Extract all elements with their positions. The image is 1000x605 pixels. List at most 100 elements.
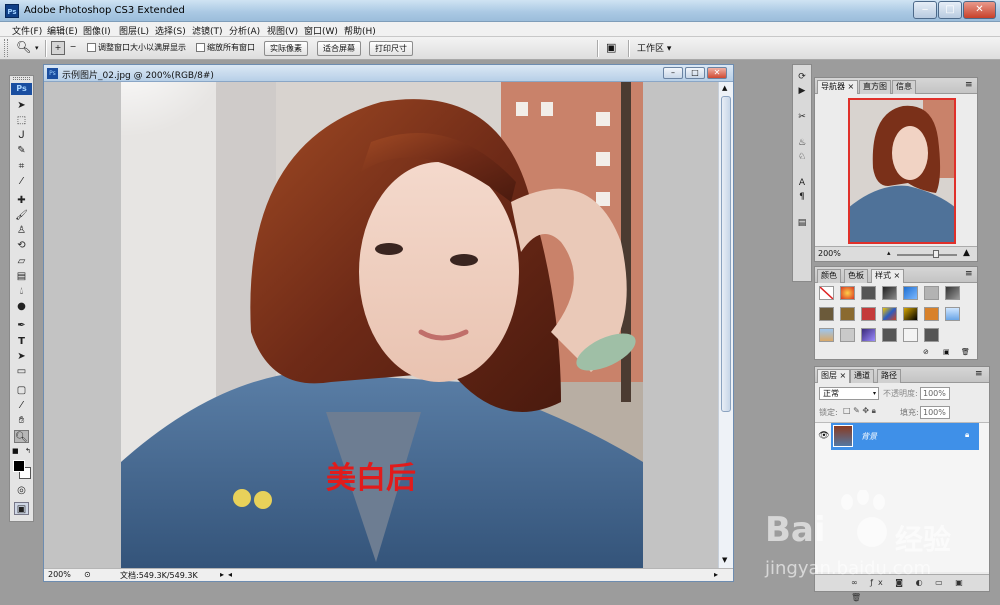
healing-brush-tool-icon[interactable]: ✚ xyxy=(14,194,29,207)
tab-navigator[interactable]: 导航器 × xyxy=(817,80,859,94)
eraser-tool-icon[interactable]: ▱ xyxy=(14,255,29,268)
clone-stamp-tool-icon[interactable]: ♙ xyxy=(14,224,29,237)
clone-source-icon[interactable]: ♘ xyxy=(795,151,809,163)
scroll-left-icon[interactable]: ◂ xyxy=(228,570,232,579)
style-swatch[interactable] xyxy=(840,286,855,300)
zoom-level[interactable]: 200% xyxy=(48,570,71,579)
paragraph-panel-icon[interactable]: ¶ xyxy=(795,191,809,203)
pen-tool-icon[interactable]: ✒ xyxy=(14,319,29,332)
document-title-bar[interactable]: Ps 示例图片_02.jpg @ 200%(RGB/8#) – □ ✕ xyxy=(44,65,733,82)
delete-style-icon[interactable]: 🗑︎ xyxy=(961,348,970,356)
menu-file[interactable]: 文件(F) xyxy=(12,24,42,37)
lock-icons[interactable]: □ ✎ ✥ 🔒︎ xyxy=(843,406,876,416)
doc-maximize-button[interactable]: □ xyxy=(685,67,705,79)
style-swatch[interactable] xyxy=(945,307,960,321)
tab-layers[interactable]: 图层 × xyxy=(817,369,851,383)
tab-histogram[interactable]: 直方图 xyxy=(859,80,891,94)
menu-edit[interactable]: 编辑(E) xyxy=(47,24,78,37)
doc-minimize-button[interactable]: – xyxy=(663,67,683,79)
navigator-thumbnail[interactable] xyxy=(848,98,956,244)
photo-canvas[interactable]: 美白后 xyxy=(121,82,643,568)
menu-select[interactable]: 选择(S) xyxy=(155,24,186,37)
panel-menu-icon[interactable]: ≡ xyxy=(975,369,983,379)
maximize-button[interactable]: □ xyxy=(938,1,962,19)
swap-colors-icon[interactable]: ↰ xyxy=(25,447,31,455)
style-swatch[interactable] xyxy=(840,328,855,342)
style-swatch[interactable] xyxy=(819,307,834,321)
style-swatch[interactable] xyxy=(945,286,960,300)
gradient-tool-icon[interactable]: ▤ xyxy=(14,270,29,283)
style-swatch[interactable] xyxy=(861,286,876,300)
hand-tool-icon[interactable]: ✋︎ xyxy=(14,414,29,427)
zoom-out-small-icon[interactable]: ▴ xyxy=(887,249,891,257)
zoom-in-small-icon[interactable]: ▲ xyxy=(963,248,970,258)
quick-mask-mode-icon[interactable]: ◎ xyxy=(14,484,29,497)
style-swatch[interactable] xyxy=(840,307,855,321)
foreground-color-swatch[interactable] xyxy=(13,460,25,472)
blend-mode-select[interactable]: 正常 ▾ xyxy=(819,387,879,400)
default-colors-icon[interactable]: ■ xyxy=(12,447,19,455)
tab-paths[interactable]: 路径 xyxy=(877,369,901,383)
zoom-in-icon[interactable]: + xyxy=(51,41,65,55)
canvas-area[interactable]: 美白后 xyxy=(44,82,718,568)
menu-filter[interactable]: 滤镜(T) xyxy=(192,24,223,37)
layer-row-background[interactable]: 背景 🔒︎ xyxy=(831,423,979,450)
zoom-slider-handle[interactable] xyxy=(933,250,939,258)
rectangle-tool-icon[interactable]: ▭ xyxy=(14,365,29,378)
tool-preset-dropdown-icon[interactable]: ▾ xyxy=(35,44,39,52)
style-swatch[interactable] xyxy=(924,307,939,321)
zoom-all-windows-checkbox[interactable] xyxy=(196,43,205,52)
vertical-scrollbar[interactable]: ▲ ▼ xyxy=(718,82,733,568)
status-arrow-icon[interactable]: ▸ xyxy=(220,570,224,579)
tab-info[interactable]: 信息 xyxy=(892,80,916,94)
menu-analysis[interactable]: 分析(A) xyxy=(229,24,260,37)
panel-menu-icon[interactable]: ≡ xyxy=(965,80,973,90)
menu-view[interactable]: 视图(V) xyxy=(267,24,298,37)
zoom-out-icon[interactable]: − xyxy=(66,41,80,55)
marquee-tool-icon[interactable]: ⬚ xyxy=(14,114,29,127)
dodge-tool-icon[interactable]: ● xyxy=(14,300,29,313)
crop-tool-icon[interactable]: ⌗ xyxy=(14,160,29,173)
fill-input[interactable]: 100% xyxy=(920,406,950,419)
screen-mode-icon[interactable]: ▣ xyxy=(14,502,29,515)
lasso-tool-icon[interactable]: ᒍ xyxy=(14,129,29,142)
magic-wand-tool-icon[interactable]: ✎ xyxy=(14,144,29,157)
style-swatch[interactable] xyxy=(819,328,834,342)
style-swatch[interactable] xyxy=(882,307,897,321)
character-panel-icon[interactable]: A xyxy=(795,177,809,189)
brushes-panel-icon[interactable]: ♨ xyxy=(795,137,809,149)
opacity-input[interactable]: 100% xyxy=(920,387,950,400)
style-none-swatch[interactable] xyxy=(819,286,834,300)
tool-presets-icon[interactable]: ✂ xyxy=(795,111,809,123)
style-swatch[interactable] xyxy=(903,286,918,300)
grip-handle[interactable] xyxy=(4,39,8,57)
tab-channels[interactable]: 通道 xyxy=(850,369,874,383)
eyedropper-tool-icon[interactable]: ⁄ xyxy=(14,399,29,412)
menu-help[interactable]: 帮助(H) xyxy=(344,24,376,37)
panel-menu-icon[interactable]: ≡ xyxy=(965,269,973,279)
minimize-button[interactable]: ‒ xyxy=(913,1,937,19)
actual-pixels-button[interactable]: 实际像素 xyxy=(264,41,308,56)
blur-tool-icon[interactable]: 💧︎ xyxy=(14,285,29,298)
style-swatch[interactable] xyxy=(882,286,897,300)
scroll-down-icon[interactable]: ▼ xyxy=(722,556,727,564)
status-menu-icon[interactable]: ⊙ xyxy=(84,570,91,579)
layer-comps-icon[interactable]: ▤ xyxy=(795,217,809,229)
close-button[interactable]: ✕ xyxy=(963,1,996,19)
style-swatch[interactable] xyxy=(882,328,897,342)
slice-tool-icon[interactable]: ⁄ xyxy=(14,175,29,188)
path-selection-tool-icon[interactable]: ➤ xyxy=(14,350,29,363)
tab-swatches[interactable]: 色板 xyxy=(844,269,868,283)
scroll-up-icon[interactable]: ▲ xyxy=(722,84,727,92)
menu-image[interactable]: 图像(I) xyxy=(83,24,111,37)
fit-screen-button[interactable]: 适合屏幕 xyxy=(317,41,361,56)
style-swatch[interactable] xyxy=(903,328,918,342)
scrollbar-thumb[interactable] xyxy=(721,96,731,412)
doc-close-button[interactable]: ✕ xyxy=(707,67,727,79)
menu-layer[interactable]: 图层(L) xyxy=(119,24,149,37)
type-tool-icon[interactable]: T xyxy=(14,335,29,348)
history-brush-tool-icon[interactable]: ⟲ xyxy=(14,239,29,252)
new-style-icon[interactable]: ▣ xyxy=(943,348,950,356)
notes-tool-icon[interactable]: ▢ xyxy=(14,384,29,397)
zoom-tool-icon[interactable]: 🔍︎ xyxy=(16,40,31,54)
